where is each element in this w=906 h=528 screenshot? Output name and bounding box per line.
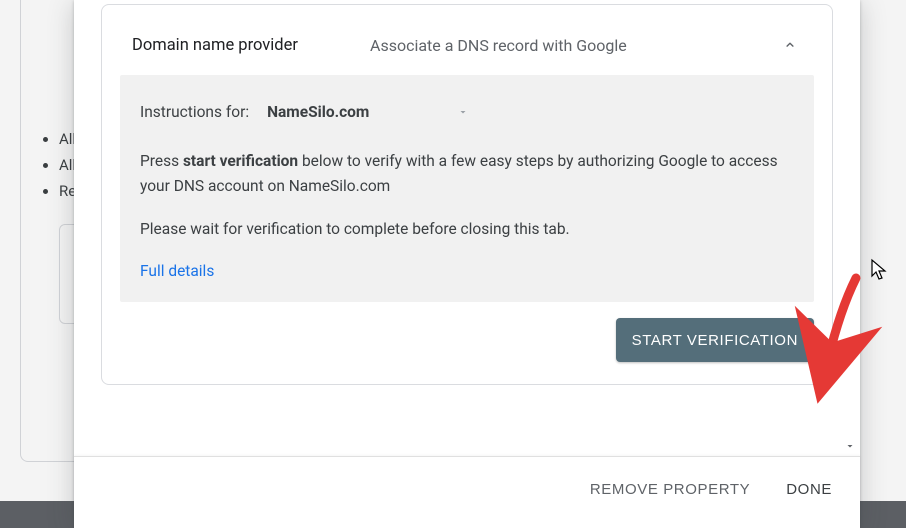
remove-property-button[interactable]: REMOVE PROPERTY [582, 471, 758, 508]
verification-method-card: Domain name provider Associate a DNS rec… [101, 4, 833, 385]
start-verification-button[interactable]: START VERIFICATION [616, 318, 814, 362]
provider-dropdown[interactable]: NameSilo.com [263, 97, 471, 127]
card-title: Domain name provider [132, 36, 370, 55]
start-row: START VERIFICATION [120, 318, 814, 362]
card-header[interactable]: Domain name provider Associate a DNS rec… [120, 23, 814, 75]
instructions-label: Instructions for: [140, 103, 249, 121]
caret-down-icon [457, 106, 469, 118]
chevron-up-icon [783, 38, 797, 52]
instructions-row: Instructions for: NameSilo.com [140, 97, 794, 127]
verify-dialog: Domain name provider Associate a DNS rec… [74, 0, 860, 528]
start-verification-inline: start verification [183, 152, 298, 170]
provider-selected: NameSilo.com [267, 103, 369, 121]
full-details-link[interactable]: Full details [140, 262, 214, 280]
collapse-icon[interactable] [778, 33, 802, 57]
card-subtitle: Associate a DNS record with Google [370, 36, 778, 55]
dialog-footer: REMOVE PROPERTY DONE [74, 456, 860, 528]
done-button[interactable]: DONE [778, 471, 840, 508]
instructions-panel: Instructions for: NameSilo.com Press sta… [120, 75, 814, 302]
scrollbar-down-icon[interactable] [842, 438, 858, 454]
instruction-text-1: Press start verification below to verify… [140, 149, 794, 199]
dialog-body: Domain name provider Associate a DNS rec… [74, 0, 860, 456]
instruction-text-2: Please wait for verification to complete… [140, 217, 794, 242]
